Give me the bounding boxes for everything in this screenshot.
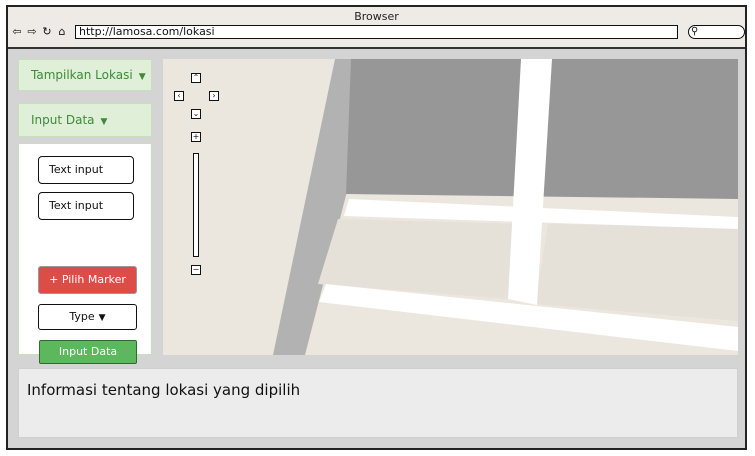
- tampilkan-lokasi-label: Tampilkan Lokasi: [31, 68, 133, 82]
- search-input[interactable]: ⚲: [688, 25, 745, 39]
- url-input[interactable]: http://lamosa.com/lokasi: [75, 25, 678, 39]
- window-title: Browser: [354, 10, 399, 23]
- pan-right-icon[interactable]: ›: [209, 91, 219, 101]
- search-icon: ⚲: [691, 26, 699, 37]
- zoom-out-icon[interactable]: −: [191, 265, 201, 275]
- zoom-slider[interactable]: [193, 153, 199, 257]
- map-canvas: [273, 59, 738, 355]
- input-data-button[interactable]: Input Data: [39, 340, 137, 364]
- zoom-in-icon[interactable]: +: [191, 132, 201, 142]
- pilih-marker-button[interactable]: + Pilih Marker: [38, 266, 137, 294]
- type-dropdown[interactable]: Type ▼: [38, 304, 137, 330]
- pan-down-icon[interactable]: ⌄: [191, 109, 201, 119]
- input-data-header[interactable]: Input Data ▼: [18, 103, 152, 137]
- home-icon[interactable]: ⌂: [56, 26, 68, 38]
- tampilkan-lokasi-header[interactable]: Tampilkan Lokasi ▼: [18, 59, 152, 91]
- back-arrow-icon[interactable]: ⇦: [11, 26, 23, 38]
- input-data-panel: Text input Text input + Pilih Marker Typ…: [18, 143, 152, 364]
- text-input-1[interactable]: Text input: [38, 156, 134, 184]
- input-data-header-label: Input Data: [31, 113, 95, 127]
- sidebar: Tampilkan Lokasi ▼ Input Data ▼ Text input…: [18, 59, 154, 364]
- pan-up-icon[interactable]: ⌃: [191, 73, 201, 83]
- chevron-down-icon: ▼: [100, 117, 108, 127]
- chevron-down-icon: ▼: [138, 72, 146, 82]
- type-dropdown-label: Type: [69, 310, 95, 323]
- info-panel: Informasi tentang lokasi yang dipilih: [18, 368, 738, 438]
- map-block-right: [535, 224, 738, 321]
- reload-icon[interactable]: ↻: [41, 26, 53, 38]
- map-view[interactable]: ⌃ ‹ › ⌄ + −: [163, 59, 738, 355]
- pan-left-icon[interactable]: ‹: [174, 91, 184, 101]
- chevron-down-icon: ▼: [98, 313, 106, 323]
- text-input-2[interactable]: Text input: [38, 192, 134, 220]
- forward-arrow-icon[interactable]: ⇨: [26, 26, 38, 38]
- browser-titlebar: Browser ⇦ ⇨ ↻ ⌂ http://lamosa.com/lokasi…: [8, 7, 745, 49]
- browser-window: Browser ⇦ ⇨ ↻ ⌂ http://lamosa.com/lokasi…: [6, 5, 747, 450]
- info-text: Informasi tentang lokasi yang dipilih: [27, 381, 301, 399]
